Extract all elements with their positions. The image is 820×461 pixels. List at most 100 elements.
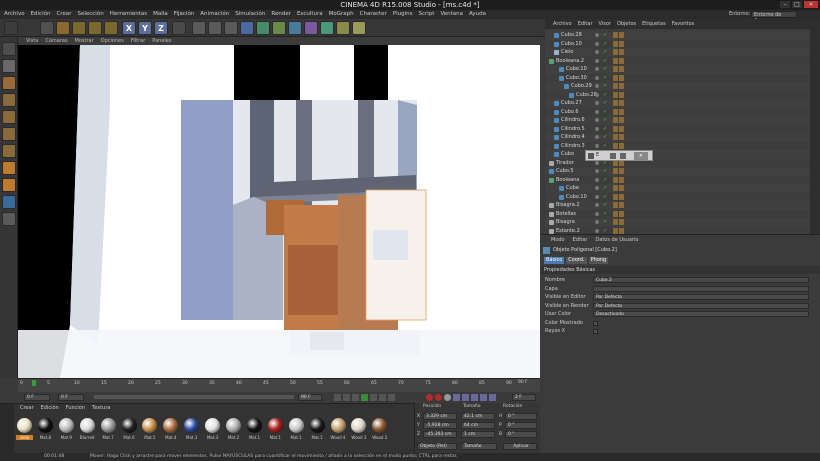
enabled-check-icon[interactable]: ✓ xyxy=(603,193,607,202)
material-swatch[interactable]: cielo xyxy=(16,418,33,444)
object-row[interactable]: Cubo.5 ✓ xyxy=(545,167,810,176)
previous-key-icon[interactable] xyxy=(343,394,350,401)
position-key-icon[interactable] xyxy=(453,394,460,401)
render-picture-viewer-icon[interactable] xyxy=(208,21,222,35)
position-field[interactable]: -5.928 cm xyxy=(423,422,457,429)
render-settings-icon[interactable] xyxy=(224,21,238,35)
object-manager-menu-item[interactable]: Etiquetas xyxy=(642,19,666,29)
material-tag-icon[interactable] xyxy=(613,176,618,183)
move-icon[interactable] xyxy=(56,21,70,35)
coordinate-mode-select[interactable]: Objeto (Rel) xyxy=(417,443,457,450)
material-swatch[interactable]: Mat.5 xyxy=(141,418,158,444)
apply-button[interactable]: Aplicar xyxy=(503,443,537,450)
menu-item[interactable]: Ayuda xyxy=(469,10,486,19)
material-tag-icon[interactable] xyxy=(619,227,624,234)
next-frame-icon[interactable] xyxy=(370,394,377,401)
cube-primitive-icon[interactable] xyxy=(240,21,254,35)
material-tags[interactable] xyxy=(613,202,624,208)
material-tags[interactable] xyxy=(613,91,624,98)
visibility-dot-icon[interactable] xyxy=(595,67,599,71)
object-manager-menu-item[interactable]: Archivo xyxy=(553,19,572,29)
attribute-checkbox[interactable] xyxy=(593,329,598,334)
material-tags[interactable] xyxy=(613,176,624,183)
rotate-icon[interactable] xyxy=(88,21,102,35)
material-menu-item[interactable]: Función xyxy=(66,405,85,411)
attribute-menu-item[interactable]: Datos de Usuario xyxy=(595,237,638,243)
material-tag-icon[interactable] xyxy=(619,74,624,81)
visibility-dot-icon[interactable] xyxy=(595,50,599,54)
material-menu-item[interactable]: Edición xyxy=(41,405,59,411)
menu-item[interactable]: Render xyxy=(271,10,291,19)
material-tag-icon[interactable] xyxy=(613,193,618,200)
z-axis-lock-button[interactable]: Z xyxy=(154,21,168,35)
attribute-menu-item[interactable]: Modo xyxy=(551,237,565,243)
material-tags[interactable] xyxy=(613,83,624,89)
object-row[interactable]: Booleana ✓ xyxy=(545,175,810,184)
material-tag-icon[interactable] xyxy=(613,66,618,72)
rotation-field[interactable]: 0 ° xyxy=(505,431,537,438)
undo-icon[interactable] xyxy=(4,21,18,35)
visibility-dot-icon[interactable] xyxy=(595,118,599,122)
object-popup[interactable]: E ✕ xyxy=(585,150,653,161)
material-tag-icon[interactable] xyxy=(619,125,624,132)
camera-icon[interactable] xyxy=(336,21,350,35)
material-tag-icon[interactable] xyxy=(613,185,618,191)
menu-item[interactable]: Script xyxy=(418,10,434,19)
keyframe-selection-icon[interactable] xyxy=(444,394,451,401)
visibility-dot-icon[interactable] xyxy=(595,41,599,46)
material-tag-icon[interactable] xyxy=(619,210,624,217)
visibility-dot-icon[interactable] xyxy=(595,160,599,165)
viewport-menu-item[interactable]: Vista xyxy=(26,37,38,45)
popup-minimize-icon[interactable] xyxy=(610,153,616,159)
attribute-field[interactable]: Por Defecto xyxy=(593,302,809,309)
enabled-check-icon[interactable]: ✓ xyxy=(603,218,607,227)
attribute-field[interactable]: Desactivado xyxy=(593,311,809,317)
frame-start-field[interactable]: 0 F xyxy=(24,394,50,401)
object-row[interactable]: Botellas ✓ xyxy=(545,209,810,218)
play-icon[interactable] xyxy=(361,394,368,401)
material-tags[interactable] xyxy=(613,100,624,106)
visibility-dot-icon[interactable] xyxy=(595,228,599,233)
material-swatch[interactable]: Mat.7 xyxy=(100,418,117,444)
texture-mode-icon[interactable] xyxy=(2,76,16,90)
menu-item[interactable]: Plugins xyxy=(393,10,413,19)
enabled-check-icon[interactable]: ✓ xyxy=(603,201,607,210)
material-tag-icon[interactable] xyxy=(619,219,624,225)
model-mode-icon[interactable] xyxy=(2,59,16,73)
material-tag-icon[interactable] xyxy=(619,91,624,98)
viewport-menu-item[interactable]: Mostrar xyxy=(75,37,94,45)
material-tag-icon[interactable] xyxy=(619,185,624,191)
material-tags[interactable] xyxy=(613,40,624,47)
menu-item[interactable]: Herramientas xyxy=(110,10,147,19)
object-row[interactable]: Cubo.28 ✓ xyxy=(545,90,810,99)
object-manager-menu-item[interactable]: Favoritos xyxy=(672,19,695,29)
material-tag-icon[interactable] xyxy=(613,100,618,106)
material-tags[interactable] xyxy=(613,117,624,123)
material-tag-icon[interactable] xyxy=(613,117,618,123)
enabled-check-icon[interactable]: ✓ xyxy=(603,227,607,235)
material-tag-icon[interactable] xyxy=(619,142,624,149)
material-tags[interactable] xyxy=(613,49,624,55)
enabled-check-icon[interactable]: ✓ xyxy=(603,116,607,125)
frame-field[interactable]: 2 F xyxy=(512,394,536,401)
material-swatch[interactable]: Mat.3 xyxy=(183,418,200,444)
visibility-dot-icon[interactable] xyxy=(595,84,599,88)
visibility-dot-icon[interactable] xyxy=(595,186,599,190)
object-row[interactable]: Cubo.30 ✓ xyxy=(545,73,810,82)
material-tag-icon[interactable] xyxy=(619,32,624,38)
material-tag-icon[interactable] xyxy=(613,40,618,47)
material-tag-icon[interactable] xyxy=(619,176,624,183)
attribute-field[interactable]: Cubo.2 xyxy=(593,277,809,283)
object-row[interactable]: Cilindro.4 ✓ xyxy=(545,133,810,142)
select-arrow-icon[interactable] xyxy=(40,21,54,35)
menu-item[interactable]: Malla xyxy=(153,10,168,19)
visibility-dot-icon[interactable] xyxy=(595,177,599,182)
visibility-dot-icon[interactable] xyxy=(595,75,599,80)
points-mode-icon[interactable] xyxy=(2,110,16,124)
go-to-end-icon[interactable] xyxy=(388,394,395,401)
scale-icon[interactable] xyxy=(72,21,86,35)
render-view-icon[interactable] xyxy=(192,21,206,35)
visibility-dot-icon[interactable] xyxy=(595,211,599,216)
material-tag-icon[interactable] xyxy=(619,202,624,208)
previous-frame-icon[interactable] xyxy=(352,394,359,401)
